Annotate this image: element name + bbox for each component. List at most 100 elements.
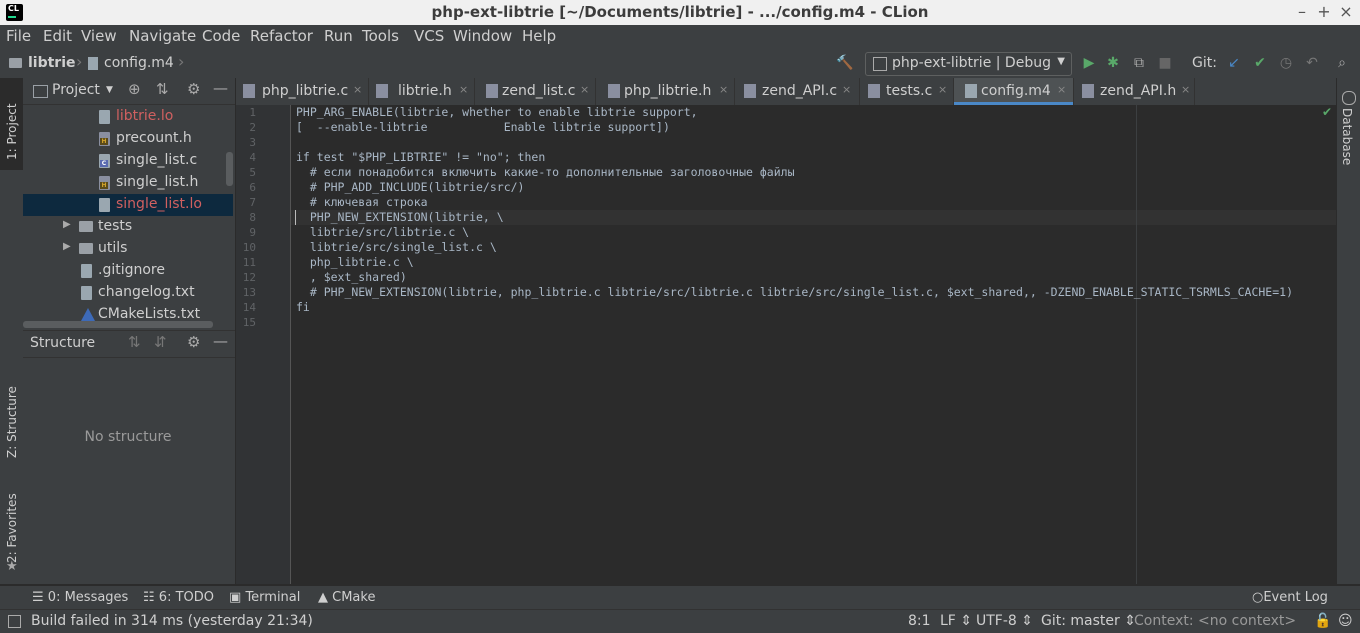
breadcrumb-project[interactable]: libtrie [28, 55, 76, 71]
close-tab-icon[interactable]: × [459, 83, 468, 96]
collapse-icon[interactable]: ⇅ [156, 80, 169, 98]
lock-icon[interactable]: 🔓 [1314, 613, 1331, 629]
menu-edit[interactable]: Edit [43, 27, 72, 45]
code-line[interactable]: fi [296, 300, 310, 315]
status-message[interactable]: Build failed in 314 ms (yesterday 21:34) [31, 613, 313, 629]
search-icon[interactable]: ⌕ [1333, 54, 1351, 72]
line-separator[interactable]: LF ⇕ [940, 613, 972, 629]
menu-help[interactable]: Help [522, 27, 556, 45]
close-tab-icon[interactable]: × [719, 83, 728, 96]
vertical-scrollbar[interactable] [226, 152, 233, 186]
tab-config-m4[interactable]: config.m4 × [954, 78, 1074, 105]
code-line[interactable]: # PHP_NEW_EXTENSION(libtrie, php_libtrie… [296, 285, 1293, 300]
tree-item[interactable]: changelog.txt [23, 282, 233, 304]
code-line[interactable]: PHP_NEW_EXTENSION(libtrie, \ [296, 210, 504, 225]
inspector-icon[interactable]: ☺ [1338, 613, 1353, 629]
menu-file[interactable]: File [6, 27, 31, 45]
git-update-icon[interactable]: ↙ [1225, 54, 1243, 72]
code-line[interactable]: libtrie/src/libtrie.c \ [296, 225, 469, 240]
project-panel-title[interactable]: Project [52, 82, 100, 98]
run-with-coverage-icon[interactable]: ⧉ [1130, 54, 1148, 72]
no-structure-text: No structure [84, 429, 172, 445]
menu-run[interactable]: Run [324, 27, 353, 45]
file-encoding[interactable]: UTF-8 ⇕ [976, 613, 1033, 629]
code-line[interactable]: # PHP_ADD_INCLUDE(libtrie/src/) [296, 180, 525, 195]
code-line[interactable]: [ --enable-libtrie Enable libtrie suppor… [296, 120, 670, 135]
tab-zend-api-h[interactable]: zend_API.h × [1074, 78, 1195, 105]
tree-folder[interactable]: ▶ utils [23, 238, 233, 260]
status-window-icon[interactable] [8, 615, 21, 628]
tab-php-libtrie-c[interactable]: php_libtrie.c × [236, 78, 369, 105]
git-commit-icon[interactable]: ✔ [1251, 54, 1269, 72]
close-tab-icon[interactable]: × [938, 83, 947, 96]
menu-view[interactable]: View [81, 27, 117, 45]
gear-icon[interactable]: ⚙ [187, 333, 200, 351]
menu-window[interactable]: Window [453, 27, 512, 45]
code-line[interactable]: php_libtrie.c \ [296, 255, 414, 270]
tab-zend-list-c[interactable]: zend_list.c × [475, 78, 596, 105]
hide-panel-icon[interactable]: — [213, 79, 228, 97]
history-icon[interactable]: ◷ [1277, 54, 1295, 72]
maximize-icon[interactable]: + [1314, 2, 1334, 21]
breadcrumb-file[interactable]: config.m4 [104, 55, 174, 71]
stop-icon[interactable]: ■ [1156, 54, 1174, 72]
sort-alpha-icon[interactable]: ⇵ [154, 333, 167, 351]
code-line[interactable]: , $ext_shared) [296, 270, 407, 285]
code-line[interactable]: # ключевая строка [296, 195, 428, 210]
code-line[interactable]: # если понадобится включить какие-то доп… [296, 165, 795, 180]
tree-folder[interactable]: ▶ tests [23, 216, 233, 238]
cmake-tool-button[interactable]: ▲ CMake [318, 590, 375, 605]
expand-arrow-icon[interactable]: ▶ [63, 241, 71, 252]
tool-tab-database[interactable]: Database [1337, 108, 1360, 178]
code-line[interactable]: PHP_ARG_ENABLE(libtrie, whether to enabl… [296, 105, 698, 120]
menu-tools[interactable]: Tools [362, 27, 399, 45]
tree-item[interactable]: single_list.c [23, 150, 233, 172]
close-tab-icon[interactable]: × [1181, 83, 1190, 96]
tree-item[interactable]: single_list.h [23, 172, 233, 194]
code-editor[interactable]: PHP_ARG_ENABLE(libtrie, whether to enabl… [291, 105, 1336, 584]
tab-libtrie-h[interactable]: libtrie.h × [369, 78, 475, 105]
close-tab-icon[interactable]: × [842, 83, 851, 96]
menu-refactor[interactable]: Refactor [250, 27, 313, 45]
tree-item-selected[interactable]: single_list.lo [23, 194, 233, 216]
inspection-ok-icon[interactable]: ✔ [1322, 105, 1332, 119]
run-icon[interactable]: ▶ [1080, 54, 1098, 72]
messages-tool-button[interactable]: ☰ 0: Messages [32, 590, 128, 605]
event-log-label: Event Log [1263, 590, 1328, 605]
revert-icon[interactable]: ↶ [1303, 54, 1321, 72]
expand-arrow-icon[interactable]: ▶ [63, 219, 71, 230]
close-icon[interactable]: × [1336, 2, 1356, 21]
caret-position[interactable]: 8:1 [908, 613, 931, 629]
build-hammer-icon[interactable]: 🔨 [836, 54, 854, 72]
debug-icon[interactable]: ✱ [1104, 54, 1122, 72]
locate-icon[interactable]: ⊕ [128, 80, 141, 98]
tab-tests-c[interactable]: tests.c × [860, 78, 954, 105]
menu-code[interactable]: Code [202, 27, 240, 45]
minimize-icon[interactable]: – [1292, 2, 1312, 21]
menu-vcs[interactable]: VCS [414, 27, 444, 45]
tool-tab-structure[interactable]: Z: Structure [0, 378, 23, 468]
close-tab-icon[interactable]: × [580, 83, 589, 96]
chevron-down-icon[interactable]: ▼ [106, 85, 113, 95]
todo-tool-button[interactable]: ☷ 6: TODO [143, 590, 214, 605]
close-tab-icon[interactable]: × [353, 83, 362, 96]
vcs-branch[interactable]: Git: master ⇕ [1041, 613, 1136, 629]
hide-panel-icon[interactable]: — [213, 332, 228, 350]
context-selector[interactable]: Context: <no context> [1134, 613, 1296, 629]
horizontal-scrollbar[interactable] [23, 321, 213, 328]
run-configuration-select[interactable]: php-ext-libtrie | Debug ▼ [865, 52, 1072, 76]
tool-tab-project[interactable]: 1: Project [0, 88, 23, 168]
event-log-tool-button[interactable]: ○Event Log [1252, 590, 1328, 605]
tree-item[interactable]: .gitignore [23, 260, 233, 282]
tab-zend-api-c[interactable]: zend_API.c × [735, 78, 860, 105]
close-tab-icon[interactable]: × [1057, 83, 1066, 96]
code-line[interactable]: if test "$PHP_LIBTRIE" != "no"; then [296, 150, 545, 165]
sort-icon[interactable]: ⇅ [128, 333, 141, 351]
gear-icon[interactable]: ⚙ [187, 80, 200, 98]
tree-item[interactable]: libtrie.lo [23, 106, 233, 128]
menu-navigate[interactable]: Navigate [129, 27, 196, 45]
tab-php-libtrie-h[interactable]: php_libtrie.h × [596, 78, 735, 105]
code-line[interactable]: libtrie/src/single_list.c \ [296, 240, 497, 255]
terminal-tool-button[interactable]: ▣ Terminal [229, 590, 300, 605]
tree-item[interactable]: precount.h [23, 128, 233, 150]
